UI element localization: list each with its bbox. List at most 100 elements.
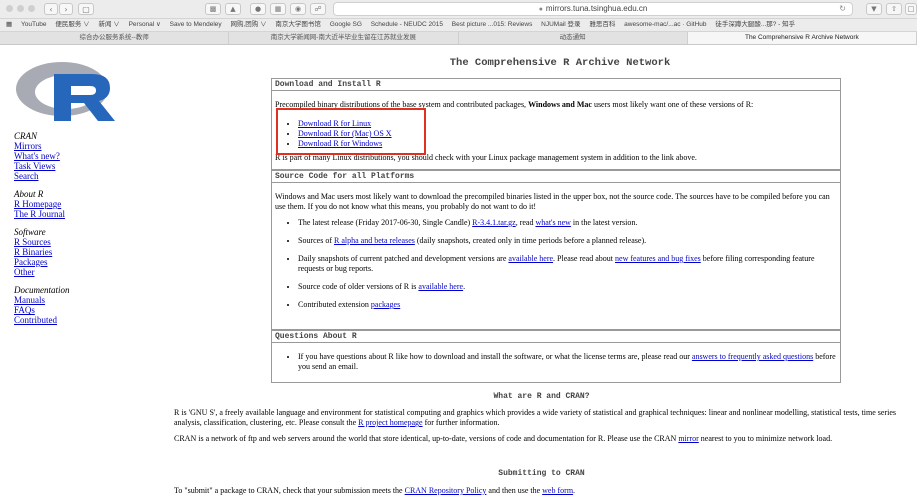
nav-link-manuals[interactable]: Manuals (14, 295, 129, 305)
bookmark-item[interactable]: awesome-mac/...ac · GitHub (624, 19, 706, 31)
source-list: The latest release (Friday 2017-06-30, S… (272, 218, 840, 310)
extension-icon-6[interactable]: ☍ (310, 3, 326, 15)
nav-heading-cran: CRAN (14, 131, 38, 141)
what-p1-end: for further information. (422, 418, 500, 427)
what-p2-end: nearest to you to minimize network load. (698, 434, 833, 443)
bookmark-item[interactable]: 雅思百科 (589, 19, 615, 31)
bookmark-item[interactable]: Personal ∨ (129, 19, 161, 31)
new-features-link[interactable]: new features and bug fixes (615, 254, 701, 263)
bookmark-item[interactable]: NJUMail 登录 (541, 19, 580, 31)
nav-link-mirrors[interactable]: Mirrors (14, 141, 129, 151)
extension-icon-5[interactable]: ◉ (290, 3, 306, 15)
extension-icon-2[interactable]: ▲ (225, 3, 241, 15)
list-item: Source code of older versions of R is av… (298, 282, 840, 292)
bookmark-item[interactable]: 徒手深蹲大腿酸...那? - 知乎 (715, 19, 795, 31)
nav-link-contributed[interactable]: Contributed (14, 315, 129, 325)
what-heading: What are R and CRAN? (493, 392, 590, 401)
nav-heading-documentation: Documentation (14, 285, 70, 295)
bookmark-item[interactable]: Schedule - NEUDC 2015 (371, 19, 443, 31)
bookmarks-grid-icon[interactable]: ▦ (6, 19, 12, 31)
cran-mirror-link[interactable]: mirror (678, 434, 698, 443)
source-box-heading: Source Code for all Platforms (272, 171, 840, 183)
download-box-heading: Download and Install R (272, 79, 840, 91)
extension-icon-3[interactable]: ● (250, 3, 266, 15)
source-b5-text: Contributed extension (298, 300, 371, 309)
left-navigation: CRAN Mirrors What's new? Task Views Sear… (14, 131, 129, 333)
web-form-link[interactable]: web form (542, 486, 573, 495)
alpha-beta-link[interactable]: R alpha and beta releases (334, 236, 415, 245)
browser-tab-active[interactable]: The Comprehensive R Archive Network (687, 32, 917, 44)
nav-link-r-homepage[interactable]: R Homepage (14, 199, 129, 209)
latest-release-link[interactable]: R-3.4.1.tar.gz (472, 218, 516, 227)
bookmark-item[interactable]: Google SG (330, 19, 362, 31)
nav-link-r-sources[interactable]: R Sources (14, 237, 129, 247)
nav-link-faqs[interactable]: FAQs (14, 305, 129, 315)
download-intro-text-end: users most likely want one of these vers… (591, 100, 754, 109)
nav-link-packages[interactable]: Packages (14, 257, 129, 267)
submit-mid: and then use the (486, 486, 543, 495)
r-logo-icon[interactable] (14, 57, 124, 123)
nav-link-search[interactable]: Search (14, 171, 129, 181)
browser-tab[interactable]: 综合办公服务系统--教师 (0, 32, 230, 44)
questions-text: If you have questions about R like how t… (298, 352, 692, 361)
list-item: If you have questions about R like how t… (298, 352, 840, 372)
what-paragraph-2: CRAN is a network of ftp and web servers… (174, 434, 909, 444)
close-window-dot[interactable] (6, 5, 13, 12)
what-p1-text: R is 'GNU S', a freely available languag… (174, 408, 897, 427)
older-versions-link[interactable]: available here (418, 282, 463, 291)
contributed-packages-link[interactable]: packages (371, 300, 400, 309)
source-b2-text: Sources of (298, 236, 334, 245)
nav-link-r-journal[interactable]: The R Journal (14, 209, 129, 219)
bookmark-item[interactable]: 南京大学图书馆 (275, 19, 321, 31)
r-project-homepage-link[interactable]: R project homepage (358, 418, 422, 427)
faq-link[interactable]: answers to frequently asked questions (692, 352, 813, 361)
tabs-overview-icon[interactable]: □ (905, 3, 917, 15)
whats-new-link[interactable]: what's new (535, 218, 570, 227)
bookmark-item[interactable]: Best picture ...015: Reviews (452, 19, 533, 31)
bookmarks-bar: ▦ YouTube 便民服务 ∨ 新闻 ∨ Personal ∨ Save to… (0, 19, 917, 32)
downloads-icon[interactable]: ▼ (866, 3, 882, 15)
address-bar[interactable]: ● mirrors.tuna.tsinghua.edu.cn ↻ (333, 2, 853, 16)
questions-box: Questions About R If you have questions … (271, 330, 841, 383)
questions-box-heading: Questions About R (272, 331, 840, 343)
nav-heading-software: Software (14, 227, 46, 237)
extension-icon-4[interactable]: ▦ (270, 3, 286, 15)
submit-text: To "submit" a package to CRAN, check tha… (174, 486, 405, 495)
what-paragraph-1: R is 'GNU S', a freely available languag… (174, 408, 909, 428)
daily-snapshots-link[interactable]: available here (508, 254, 553, 263)
source-b4-text: Source code of older versions of R is (298, 282, 419, 291)
bookmark-item[interactable]: 新闻 ∨ (98, 19, 119, 31)
submit-end: . (573, 486, 576, 495)
sidebar-toggle-icon[interactable]: ▢ (78, 3, 94, 15)
reload-icon[interactable]: ↻ (839, 3, 846, 15)
nav-link-whats-new[interactable]: What's new? (14, 151, 129, 161)
source-b1-end: in the latest version. (570, 218, 638, 227)
share-icon[interactable]: ⇧ (886, 3, 902, 15)
nav-link-task-views[interactable]: Task Views (14, 161, 129, 171)
extension-icon-1[interactable]: ▩ (205, 3, 221, 15)
nav-link-other[interactable]: Other (14, 267, 129, 277)
forward-button[interactable]: › (59, 3, 73, 15)
bookmark-item[interactable]: YouTube (21, 19, 47, 31)
bookmark-item[interactable]: Save to Mendeley (170, 19, 222, 31)
back-button[interactable]: ‹ (44, 3, 58, 15)
download-intro-bold: Windows and Mac (528, 100, 592, 109)
source-b1-mid: , read (515, 218, 536, 227)
source-b4-end: . (463, 282, 466, 291)
browser-tab[interactable]: 动态通知 (459, 32, 688, 44)
nav-link-r-binaries[interactable]: R Binaries (14, 247, 129, 257)
bookmark-item[interactable]: 便民服务 ∨ (55, 19, 89, 31)
zoom-window-dot[interactable] (28, 5, 35, 12)
bookmark-item[interactable]: 网购,团购 ∨ (230, 19, 266, 31)
lock-icon: ● (538, 6, 543, 13)
source-b2-end: (daily snapshots, created only in time p… (414, 236, 647, 245)
tab-bar: 综合办公服务系统--教师 南京大学新闻网-南大近半毕业生留在江苏就业发展 动态通… (0, 32, 917, 45)
page-title: The Comprehensive R Archive Network (449, 57, 671, 69)
submit-paragraph: To "submit" a package to CRAN, check tha… (174, 486, 909, 496)
what-p2-text: CRAN is a network of ftp and web servers… (174, 434, 679, 443)
minimize-window-dot[interactable] (17, 5, 24, 12)
browser-tab[interactable]: 南京大学新闻网-南大近半毕业生留在江苏就业发展 (229, 32, 459, 44)
source-b3-mid: . Please read about (553, 254, 616, 263)
repository-policy-link[interactable]: CRAN Repository Policy (405, 486, 487, 495)
list-item: Sources of R alpha and beta releases (da… (298, 236, 840, 246)
